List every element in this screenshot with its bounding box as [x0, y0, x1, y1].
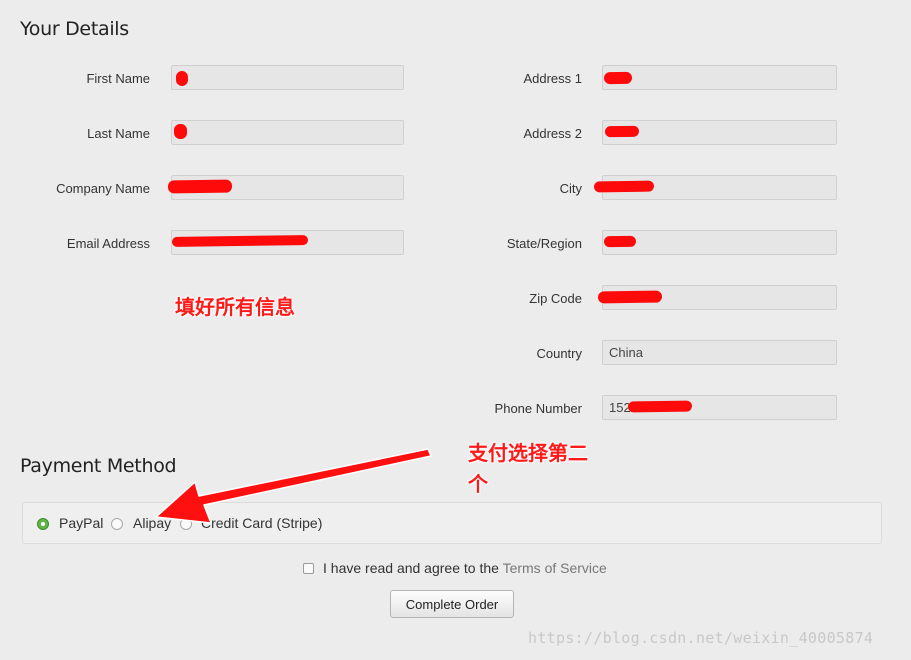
terms-of-service-link[interactable]: Terms of Service — [503, 560, 607, 576]
watermark: https://blog.csdn.net/weixin_40005874 — [528, 629, 874, 647]
complete-order-button[interactable]: Complete Order — [390, 590, 514, 618]
agree-checkbox[interactable] — [303, 563, 314, 574]
agree-text: I have read and agree to the Terms of Se… — [323, 560, 607, 576]
agree-label: I have read and agree to the — [323, 560, 499, 576]
